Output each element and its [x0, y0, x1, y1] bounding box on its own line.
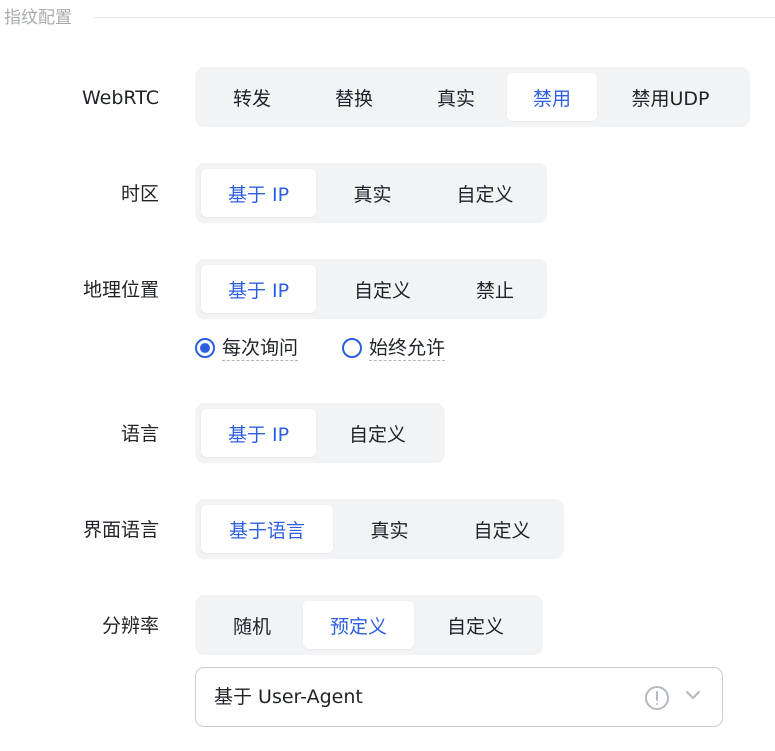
resolution-option-custom[interactable]: 自定义 [414, 601, 537, 649]
webrtc-segmented-control: 转发 替换 真实 禁用 禁用UDP [195, 67, 750, 127]
timezone-option-custom[interactable]: 自定义 [429, 169, 541, 217]
radio-ask-every-time-label: 每次询问 [222, 336, 299, 361]
section-divider [94, 17, 775, 18]
ui-language-option-by-language[interactable]: 基于语言 [201, 505, 333, 553]
geolocation-label: 地理位置 [82, 279, 159, 301]
resolution-option-predefined[interactable]: 预定义 [303, 601, 414, 649]
section-title: 指纹配置 [4, 8, 72, 28]
timezone-option-real[interactable]: 真实 [316, 169, 429, 217]
radio-always-allow[interactable]: 始终允许 [342, 335, 446, 361]
radio-checked-icon [195, 338, 215, 358]
radio-unchecked-icon [342, 338, 362, 358]
geolocation-option-custom[interactable]: 自定义 [316, 265, 449, 313]
radio-always-allow-label: 始终允许 [369, 336, 446, 361]
language-option-custom[interactable]: 自定义 [316, 409, 439, 457]
geolocation-segmented-control: 基于 IP 自定义 禁止 [195, 259, 547, 319]
timezone-option-ip[interactable]: 基于 IP [201, 169, 316, 217]
language-option-ip[interactable]: 基于 IP [201, 409, 316, 457]
geolocation-option-deny[interactable]: 禁止 [449, 265, 541, 313]
language-label: 语言 [120, 423, 159, 445]
timezone-segmented-control: 基于 IP 真实 自定义 [195, 163, 547, 223]
radio-ask-every-time[interactable]: 每次询问 [195, 335, 299, 361]
webrtc-option-disable-udp[interactable]: 禁用UDP [597, 73, 744, 121]
resolution-option-random[interactable]: 随机 [201, 601, 303, 649]
resolution-segmented-control: 随机 预定义 自定义 [195, 595, 543, 655]
section-header: 指纹配置 [0, 0, 775, 34]
resolution-select-value: 基于 User-Agent [214, 686, 363, 708]
webrtc-option-replace[interactable]: 替换 [303, 73, 405, 121]
resolution-select[interactable]: 基于 User-Agent [195, 667, 723, 727]
ui-language-label: 界面语言 [82, 519, 159, 541]
ui-language-option-custom[interactable]: 自定义 [446, 505, 558, 553]
webrtc-label: WebRTC [81, 87, 159, 109]
info-icon[interactable] [645, 686, 669, 710]
ui-language-option-real[interactable]: 真实 [333, 505, 446, 553]
webrtc-option-forward[interactable]: 转发 [201, 73, 303, 121]
geolocation-option-ip[interactable]: 基于 IP [201, 265, 316, 313]
timezone-label: 时区 [120, 183, 159, 205]
ui-language-segmented-control: 基于语言 真实 自定义 [195, 499, 564, 559]
resolution-label: 分辨率 [101, 615, 159, 637]
webrtc-option-real[interactable]: 真实 [405, 73, 507, 121]
chevron-down-icon[interactable] [685, 687, 701, 703]
webrtc-option-disable[interactable]: 禁用 [507, 73, 597, 121]
language-segmented-control: 基于 IP 自定义 [195, 403, 445, 463]
